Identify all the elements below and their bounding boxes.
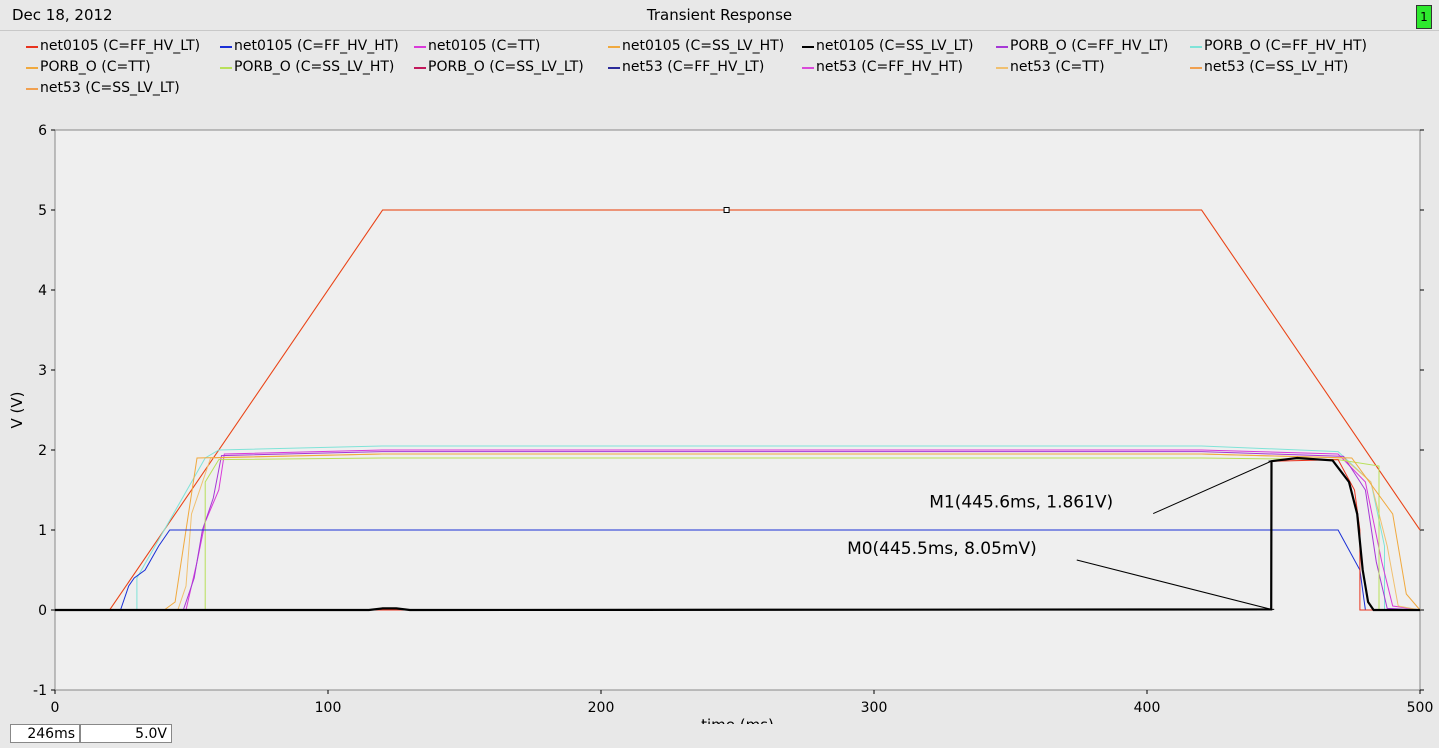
plot-area[interactable]: -101234560100200300400500time (ms)V (V)M… <box>0 110 1439 724</box>
legend-label: net53 (C=SS_LV_HT) <box>1204 59 1349 75</box>
legend-swatch <box>608 46 620 48</box>
legend-label: net53 (C=FF_HV_HT) <box>816 59 963 75</box>
legend-label: net0105 (C=FF_HV_HT) <box>234 38 399 54</box>
y-axis-label: V (V) <box>8 392 26 429</box>
y-tick-label: 2 <box>38 443 47 459</box>
marker-label: M1(445.6ms, 1.861V) <box>929 493 1113 513</box>
window-title: Transient Response <box>646 6 793 24</box>
legend-swatch <box>26 46 38 48</box>
legend-swatch <box>414 67 426 69</box>
legend-label: PORB_O (C=SS_LV_LT) <box>428 59 584 75</box>
legend-label: PORB_O (C=FF_HV_LT) <box>1010 38 1169 54</box>
marker-label: M0(445.5ms, 8.05mV) <box>847 539 1037 559</box>
legend-swatch <box>220 46 232 48</box>
y-tick-label: 3 <box>38 363 47 379</box>
subwindow-badge[interactable]: 1 <box>1416 5 1432 29</box>
y-tick-label: 6 <box>38 123 47 139</box>
legend-label: net0105 (C=TT) <box>428 38 541 54</box>
x-tick-label: 300 <box>861 700 888 716</box>
legend-swatch <box>996 46 1008 48</box>
legend-label: net53 (C=TT) <box>1010 59 1105 75</box>
legend-label: PORB_O (C=TT) <box>40 59 151 75</box>
legend-label: PORB_O (C=SS_LV_HT) <box>234 59 395 75</box>
cursor-marker <box>723 207 730 213</box>
y-readout: 5.0V <box>80 724 172 743</box>
title-bar: Dec 18, 2012 Transient Response 1 <box>0 0 1439 31</box>
legend-swatch <box>1190 67 1202 69</box>
legend: net0105 (C=FF_HV_LT) net0105 (C=FF_HV_HT)… <box>0 36 1439 102</box>
legend-label: PORB_O (C=FF_HV_HT) <box>1204 38 1367 54</box>
plot-frame <box>54 129 1421 691</box>
x-axis-label: time (ms) <box>701 716 774 724</box>
x-readout: 246ms <box>10 724 80 743</box>
x-tick-label: 200 <box>588 700 615 716</box>
legend-swatch <box>1190 46 1202 48</box>
y-tick-label: 4 <box>38 283 47 299</box>
x-tick-label: 500 <box>1407 700 1434 716</box>
y-tick-label: 0 <box>38 603 47 619</box>
legend-label: net0105 (C=SS_LV_LT) <box>816 38 974 54</box>
y-tick-label: -1 <box>33 683 47 699</box>
legend-label: net53 (C=FF_HV_LT) <box>622 59 765 75</box>
legend-label: net0105 (C=FF_HV_LT) <box>40 38 201 54</box>
legend-label: net53 (C=SS_LV_LT) <box>40 80 180 96</box>
legend-label: net0105 (C=SS_LV_HT) <box>622 38 785 54</box>
legend-swatch <box>220 67 232 69</box>
legend-swatch <box>802 67 814 69</box>
x-tick-label: 0 <box>51 700 60 716</box>
legend-swatch <box>26 88 38 90</box>
x-tick-label: 400 <box>1134 700 1161 716</box>
y-tick-label: 5 <box>38 203 47 219</box>
y-tick-label: 1 <box>38 523 47 539</box>
x-tick-label: 100 <box>315 700 342 716</box>
legend-swatch <box>802 46 814 48</box>
legend-swatch <box>608 67 620 69</box>
legend-swatch <box>414 46 426 48</box>
legend-swatch <box>996 67 1008 69</box>
legend-swatch <box>26 67 38 69</box>
